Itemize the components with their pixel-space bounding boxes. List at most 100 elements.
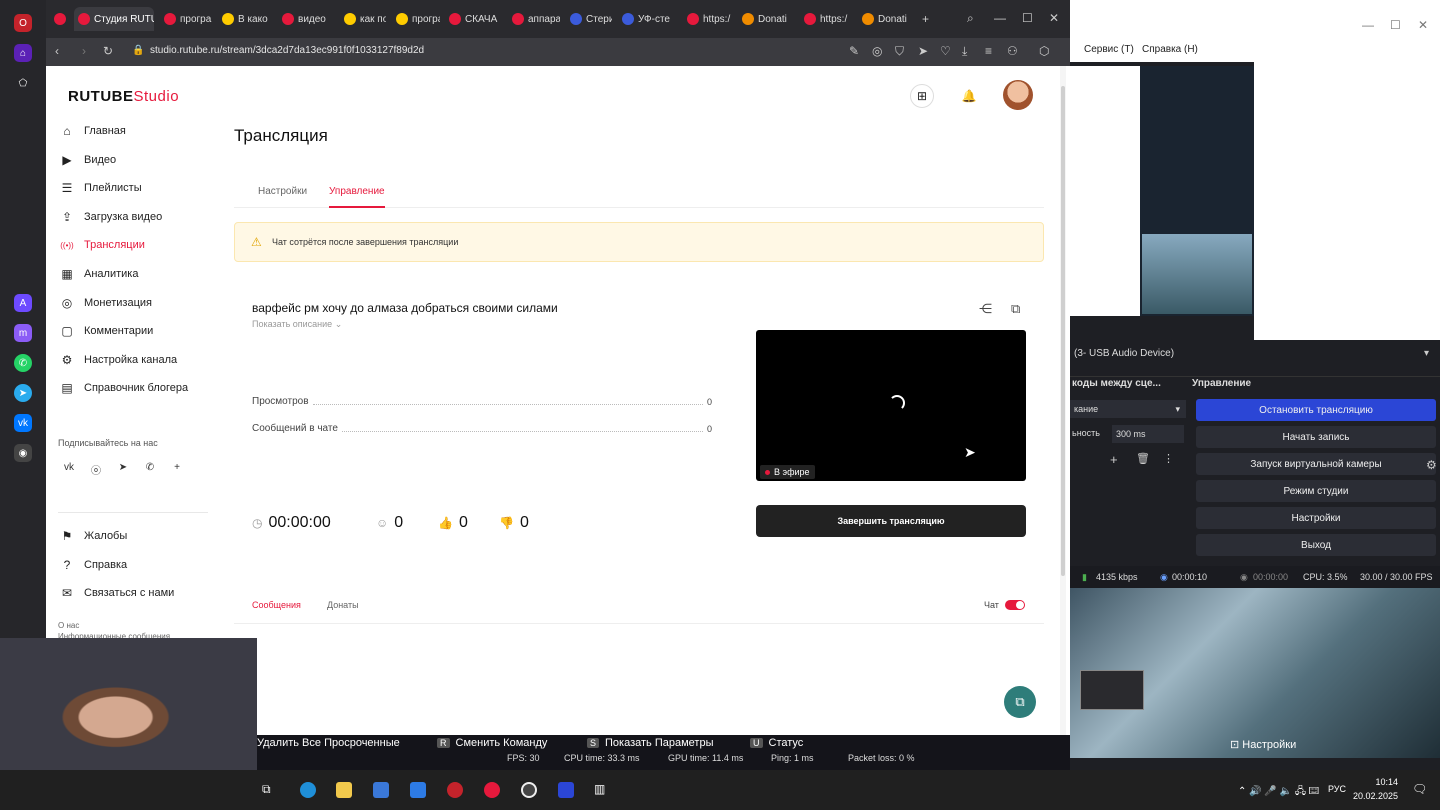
obs-transition-select[interactable]: кание ▾ (1070, 400, 1186, 418)
camera-icon[interactable]: ◎ (872, 44, 882, 58)
browser-tab[interactable]: програ (392, 7, 440, 31)
whatsapp-icon[interactable]: ✆ (14, 354, 32, 372)
tab-settings[interactable]: Настройки (258, 186, 307, 197)
sidebar-item[interactable]: ▢ Комментарии (60, 320, 153, 342)
discord-icon[interactable]: ◉ (14, 444, 32, 462)
browser-tab[interactable]: УФ-сте (618, 7, 670, 31)
input-language[interactable]: РУС (1328, 784, 1346, 794)
sidebar-item[interactable]: ⌂ Главная (60, 120, 126, 142)
game-launcher-icon[interactable] (558, 782, 574, 798)
sidebar-item[interactable]: ▦ Аналитика (60, 263, 138, 285)
footer-link-about[interactable]: О нас (58, 621, 79, 630)
clock-date[interactable]: 20.02.2025 (1352, 791, 1398, 801)
profile-icon[interactable]: ⚇ (1007, 44, 1018, 58)
browser-tab[interactable]: видео (278, 7, 334, 31)
rutube-studio-logo[interactable]: RUTUBEStudio (68, 88, 179, 105)
sidebar-item[interactable]: ((•)) Трансляции (60, 234, 145, 256)
sidebar-bottom-item[interactable]: ⚑ Жалобы (60, 525, 128, 547)
notifications-button[interactable]: 🔔 (957, 84, 981, 108)
obs-minimize-icon[interactable]: — (1362, 18, 1374, 32)
dropdown-arrow-icon[interactable]: ▾ (1424, 348, 1429, 359)
menu-icon[interactable]: ≡ (985, 44, 992, 58)
browser-tab[interactable]: аппара (508, 7, 560, 31)
heart-icon[interactable]: ♡ (940, 44, 951, 58)
more-vertical-icon[interactable]: ⋮ (1163, 452, 1174, 465)
telegram-icon[interactable]: ➤ (14, 384, 32, 402)
obs-control-button[interactable]: Остановить трансляцию (1196, 399, 1436, 421)
browser-tab[interactable]: Стери (566, 7, 612, 31)
obs-duration-input[interactable]: 300 ms (1112, 425, 1184, 443)
tray-icons[interactable]: ⌃ 🔊 🎤 🔈 🖧 ⌨ (1238, 784, 1319, 801)
share-icon[interactable]: ⋲ (979, 301, 992, 317)
trash-icon[interactable]: 🗑 (1136, 452, 1150, 465)
obs-control-button[interactable]: Настройки (1196, 507, 1436, 529)
extensions-icon[interactable]: ⬡ (1039, 44, 1049, 58)
viber-social-icon[interactable]: ✆ (143, 462, 157, 476)
clock-time[interactable]: 10:14 (1362, 777, 1398, 787)
more-social-icon[interactable]: + (170, 462, 184, 476)
obs-menu-tools[interactable]: Сервис (T) (1084, 44, 1134, 55)
stats-app-icon[interactable]: ▥ (594, 782, 610, 798)
obs-menu-help[interactable]: Справка (H) (1142, 44, 1198, 55)
obs-close-icon[interactable]: ✕ (1418, 18, 1428, 32)
avatar[interactable] (1003, 80, 1033, 110)
obs-taskbar-icon[interactable] (521, 782, 537, 798)
page-scrollbar[interactable] (1060, 66, 1066, 735)
browser-tab[interactable]: https:/ (800, 7, 852, 31)
opera-taskbar-icon[interactable] (447, 782, 463, 798)
browser-tab[interactable]: R (50, 7, 70, 31)
stream-preview-player[interactable]: В эфире ➤ (756, 330, 1026, 481)
edge-icon[interactable] (300, 782, 316, 798)
maximize-icon[interactable]: ☐ (1022, 11, 1033, 25)
close-window-icon[interactable]: ✕ (1049, 11, 1059, 25)
browser-tab[interactable]: Donati (738, 7, 794, 31)
store-icon[interactable] (373, 782, 389, 798)
sidebar-item[interactable]: ▶ Видео (60, 149, 116, 171)
browser-tab[interactable]: Студия RUTU (74, 7, 154, 31)
sidebar-bottom-item[interactable]: ? Справка (60, 554, 128, 576)
browser-tab[interactable]: Donati (858, 7, 914, 31)
add-icon[interactable]: + (1110, 452, 1118, 467)
opera-logo-icon[interactable]: O (14, 14, 32, 32)
url-field[interactable]: studio.rutube.ru/stream/3dca2d7da13ec991… (150, 45, 424, 56)
send-icon[interactable]: ➤ (918, 44, 928, 58)
forward-icon[interactable]: › (82, 44, 86, 58)
sidebar-item[interactable]: ☰ Плейлисты (60, 177, 142, 199)
ok-social-icon[interactable]: ⓞ (89, 462, 103, 477)
sidebar-item[interactable]: ◎ Монетизация (60, 292, 152, 314)
browser-tab[interactable]: СКАЧА (445, 7, 501, 31)
obs-control-button[interactable]: Выход (1196, 534, 1436, 556)
scrollbar-thumb[interactable] (1061, 86, 1065, 576)
browser-tab[interactable]: програ (160, 7, 212, 31)
task-view-icon[interactable]: ⧉ (262, 782, 278, 798)
sidebar-item[interactable]: ▤ Справочник блогера (60, 377, 188, 399)
shield-icon[interactable]: ⛉ (895, 44, 904, 59)
gear-icon[interactable]: ⚙ (1426, 458, 1437, 472)
opera-gx-icon[interactable] (484, 782, 500, 798)
sidebar-item[interactable]: ⚙ Настройка канала (60, 349, 178, 371)
new-tab-icon[interactable]: + (922, 12, 929, 26)
vk-social-icon[interactable]: vk (62, 462, 76, 476)
end-stream-button[interactable]: Завершить трансляцию (756, 505, 1026, 537)
obs-maximize-icon[interactable]: ☐ (1390, 18, 1401, 32)
reload-icon[interactable]: ↻ (103, 44, 113, 58)
browser-tab[interactable]: В како (218, 7, 272, 31)
file-explorer-icon[interactable] (336, 782, 352, 798)
browser-tab[interactable]: https:/ (683, 7, 733, 31)
create-button[interactable]: ⊞ (910, 84, 934, 108)
tab-messages[interactable]: Сообщения (252, 600, 301, 610)
tab-management[interactable]: Управление (329, 186, 385, 208)
telegram-social-icon[interactable]: ➤ (116, 462, 130, 476)
mail-icon[interactable] (410, 782, 426, 798)
edit-icon[interactable]: ✎ (849, 44, 859, 58)
obs-overlay-settings[interactable]: ⊡ Настройки (1230, 738, 1296, 751)
chat-toggle[interactable] (1005, 600, 1025, 610)
vk-icon[interactable]: vk (14, 414, 32, 432)
search-tabs-icon[interactable]: ⌕ (967, 11, 974, 26)
obs-control-button[interactable]: Запуск виртуальной камеры (1196, 453, 1436, 475)
messenger-icon[interactable]: m (14, 324, 32, 342)
external-link-icon[interactable]: ⧉ (1011, 301, 1020, 317)
tab-donations[interactable]: Донаты (327, 600, 359, 610)
back-icon[interactable]: ‹ (55, 44, 59, 58)
obs-control-button[interactable]: Начать запись (1196, 426, 1436, 448)
